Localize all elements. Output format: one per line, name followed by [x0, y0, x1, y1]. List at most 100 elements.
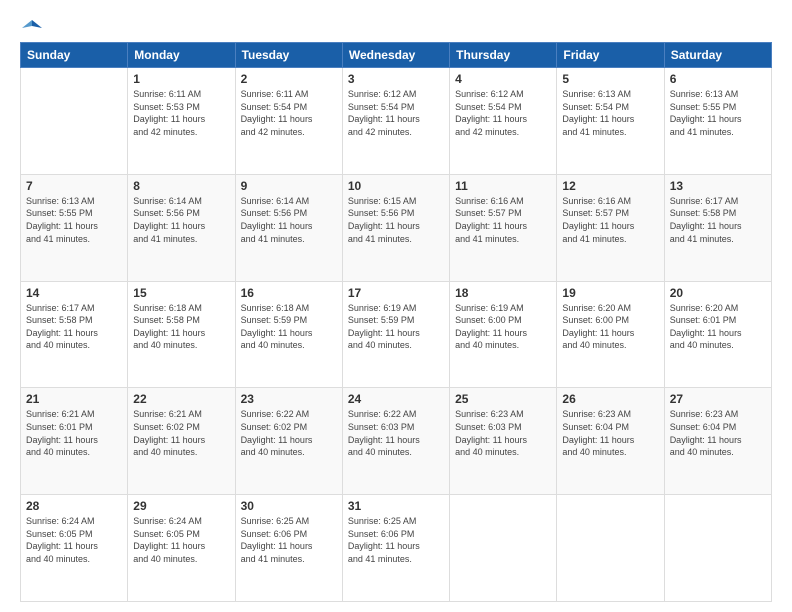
- day-info: Sunrise: 6:15 AM Sunset: 5:56 PM Dayligh…: [348, 195, 444, 245]
- calendar-cell: 11Sunrise: 6:16 AM Sunset: 5:57 PM Dayli…: [450, 174, 557, 281]
- day-number: 8: [133, 179, 229, 193]
- calendar-cell: 7Sunrise: 6:13 AM Sunset: 5:55 PM Daylig…: [21, 174, 128, 281]
- day-number: 26: [562, 392, 658, 406]
- calendar-cell: 10 Sunrise: 6:15 AM Sunset: 5:56 PM Dayli…: [342, 174, 449, 281]
- day-info: Sunrise: 6:20 AM Sunset: 6:01 PM Dayligh…: [670, 302, 766, 352]
- calendar-cell: 18 Sunrise: 6:19 AM Sunset: 6:00 PM Dayli…: [450, 281, 557, 388]
- calendar-cell: 6 Sunrise: 6:13 AM Sunset: 5:55 PM Daylig…: [664, 68, 771, 175]
- calendar-cell: 14 Sunrise: 6:17 AM Sunset: 5:58 PM Dayli…: [21, 281, 128, 388]
- day-info: Sunrise: 6:24 AM Sunset: 6:05 PM Dayligh…: [26, 515, 122, 565]
- weekday-header-row: SundayMondayTuesdayWednesdayThursdayFrid…: [21, 43, 772, 68]
- day-number: 21: [26, 392, 122, 406]
- calendar-cell: 27Sunrise: 6:23 AM Sunset: 6:04 PM Dayli…: [664, 388, 771, 495]
- day-info: Sunrise: 6:20 AM Sunset: 6:00 PM Dayligh…: [562, 302, 658, 352]
- day-info: Sunrise: 6:23 AM Sunset: 6:03 PM Dayligh…: [455, 408, 551, 458]
- day-info: Sunrise: 6:12 AM Sunset: 5:54 PM Dayligh…: [348, 88, 444, 138]
- weekday-header-wednesday: Wednesday: [342, 43, 449, 68]
- week-row-2: 7Sunrise: 6:13 AM Sunset: 5:55 PM Daylig…: [21, 174, 772, 281]
- day-info: Sunrise: 6:19 AM Sunset: 5:59 PM Dayligh…: [348, 302, 444, 352]
- day-number: 12: [562, 179, 658, 193]
- day-number: 18: [455, 286, 551, 300]
- calendar-cell: 24 Sunrise: 6:22 AM Sunset: 6:03 PM Dayli…: [342, 388, 449, 495]
- calendar-cell: 13 Sunrise: 6:17 AM Sunset: 5:58 PM Dayli…: [664, 174, 771, 281]
- calendar-cell: 28 Sunrise: 6:24 AM Sunset: 6:05 PM Dayli…: [21, 495, 128, 602]
- day-info: Sunrise: 6:14 AM Sunset: 5:56 PM Dayligh…: [133, 195, 229, 245]
- calendar-cell: 21 Sunrise: 6:21 AM Sunset: 6:01 PM Dayli…: [21, 388, 128, 495]
- calendar-cell: 22Sunrise: 6:21 AM Sunset: 6:02 PM Dayli…: [128, 388, 235, 495]
- day-number: 1: [133, 72, 229, 86]
- day-info: Sunrise: 6:21 AM Sunset: 6:01 PM Dayligh…: [26, 408, 122, 458]
- day-info: Sunrise: 6:14 AM Sunset: 5:56 PM Dayligh…: [241, 195, 337, 245]
- calendar-cell: 23 Sunrise: 6:22 AM Sunset: 6:02 PM Dayli…: [235, 388, 342, 495]
- day-number: 30: [241, 499, 337, 513]
- day-number: 15: [133, 286, 229, 300]
- weekday-header-tuesday: Tuesday: [235, 43, 342, 68]
- calendar-cell: 19 Sunrise: 6:20 AM Sunset: 6:00 PM Dayli…: [557, 281, 664, 388]
- day-number: 4: [455, 72, 551, 86]
- weekday-header-sunday: Sunday: [21, 43, 128, 68]
- day-number: 28: [26, 499, 122, 513]
- day-number: 5: [562, 72, 658, 86]
- day-number: 13: [670, 179, 766, 193]
- day-info: Sunrise: 6:23 AM Sunset: 6:04 PM Dayligh…: [670, 408, 766, 458]
- day-info: Sunrise: 6:22 AM Sunset: 6:02 PM Dayligh…: [241, 408, 337, 458]
- day-info: Sunrise: 6:17 AM Sunset: 5:58 PM Dayligh…: [26, 302, 122, 352]
- day-number: 25: [455, 392, 551, 406]
- day-number: 31: [348, 499, 444, 513]
- day-number: 20: [670, 286, 766, 300]
- week-row-4: 21 Sunrise: 6:21 AM Sunset: 6:01 PM Dayli…: [21, 388, 772, 495]
- calendar-cell: 16 Sunrise: 6:18 AM Sunset: 5:59 PM Dayli…: [235, 281, 342, 388]
- calendar-cell: 17 Sunrise: 6:19 AM Sunset: 5:59 PM Dayli…: [342, 281, 449, 388]
- calendar-cell: 15 Sunrise: 6:18 AM Sunset: 5:58 PM Dayli…: [128, 281, 235, 388]
- calendar-cell: 3 Sunrise: 6:12 AM Sunset: 5:54 PM Daylig…: [342, 68, 449, 175]
- calendar-cell: 20 Sunrise: 6:20 AM Sunset: 6:01 PM Dayli…: [664, 281, 771, 388]
- weekday-header-friday: Friday: [557, 43, 664, 68]
- day-number: 10: [348, 179, 444, 193]
- day-info: Sunrise: 6:22 AM Sunset: 6:03 PM Dayligh…: [348, 408, 444, 458]
- day-info: Sunrise: 6:18 AM Sunset: 5:59 PM Dayligh…: [241, 302, 337, 352]
- calendar-cell: [21, 68, 128, 175]
- calendar-cell: [450, 495, 557, 602]
- page: SundayMondayTuesdayWednesdayThursdayFrid…: [0, 0, 792, 612]
- day-info: Sunrise: 6:16 AM Sunset: 5:57 PM Dayligh…: [562, 195, 658, 245]
- calendar-cell: 8 Sunrise: 6:14 AM Sunset: 5:56 PM Daylig…: [128, 174, 235, 281]
- day-number: 19: [562, 286, 658, 300]
- calendar: SundayMondayTuesdayWednesdayThursdayFrid…: [20, 42, 772, 602]
- day-number: 17: [348, 286, 444, 300]
- logo: [20, 18, 42, 34]
- day-number: 2: [241, 72, 337, 86]
- day-number: 24: [348, 392, 444, 406]
- calendar-cell: 5 Sunrise: 6:13 AM Sunset: 5:54 PM Daylig…: [557, 68, 664, 175]
- calendar-cell: [557, 495, 664, 602]
- calendar-cell: 25 Sunrise: 6:23 AM Sunset: 6:03 PM Dayli…: [450, 388, 557, 495]
- day-number: 23: [241, 392, 337, 406]
- day-number: 16: [241, 286, 337, 300]
- calendar-cell: 29 Sunrise: 6:24 AM Sunset: 6:05 PM Dayli…: [128, 495, 235, 602]
- weekday-header-thursday: Thursday: [450, 43, 557, 68]
- calendar-cell: 30 Sunrise: 6:25 AM Sunset: 6:06 PM Dayli…: [235, 495, 342, 602]
- day-info: Sunrise: 6:12 AM Sunset: 5:54 PM Dayligh…: [455, 88, 551, 138]
- day-number: 14: [26, 286, 122, 300]
- calendar-cell: 12 Sunrise: 6:16 AM Sunset: 5:57 PM Dayli…: [557, 174, 664, 281]
- calendar-cell: 26 Sunrise: 6:23 AM Sunset: 6:04 PM Dayli…: [557, 388, 664, 495]
- day-info: Sunrise: 6:19 AM Sunset: 6:00 PM Dayligh…: [455, 302, 551, 352]
- day-info: Sunrise: 6:18 AM Sunset: 5:58 PM Dayligh…: [133, 302, 229, 352]
- day-info: Sunrise: 6:11 AM Sunset: 5:54 PM Dayligh…: [241, 88, 337, 138]
- day-info: Sunrise: 6:17 AM Sunset: 5:58 PM Dayligh…: [670, 195, 766, 245]
- day-info: Sunrise: 6:13 AM Sunset: 5:54 PM Dayligh…: [562, 88, 658, 138]
- day-info: Sunrise: 6:23 AM Sunset: 6:04 PM Dayligh…: [562, 408, 658, 458]
- day-info: Sunrise: 6:13 AM Sunset: 5:55 PM Dayligh…: [670, 88, 766, 138]
- day-info: Sunrise: 6:24 AM Sunset: 6:05 PM Dayligh…: [133, 515, 229, 565]
- day-info: Sunrise: 6:21 AM Sunset: 6:02 PM Dayligh…: [133, 408, 229, 458]
- week-row-3: 14 Sunrise: 6:17 AM Sunset: 5:58 PM Dayli…: [21, 281, 772, 388]
- day-number: 3: [348, 72, 444, 86]
- day-info: Sunrise: 6:25 AM Sunset: 6:06 PM Dayligh…: [241, 515, 337, 565]
- day-number: 29: [133, 499, 229, 513]
- day-info: Sunrise: 6:13 AM Sunset: 5:55 PM Dayligh…: [26, 195, 122, 245]
- calendar-cell: 4 Sunrise: 6:12 AM Sunset: 5:54 PM Daylig…: [450, 68, 557, 175]
- calendar-cell: 1Sunrise: 6:11 AM Sunset: 5:53 PM Daylig…: [128, 68, 235, 175]
- logo-bird-icon: [22, 18, 42, 38]
- day-number: 6: [670, 72, 766, 86]
- day-number: 11: [455, 179, 551, 193]
- header: [20, 18, 772, 34]
